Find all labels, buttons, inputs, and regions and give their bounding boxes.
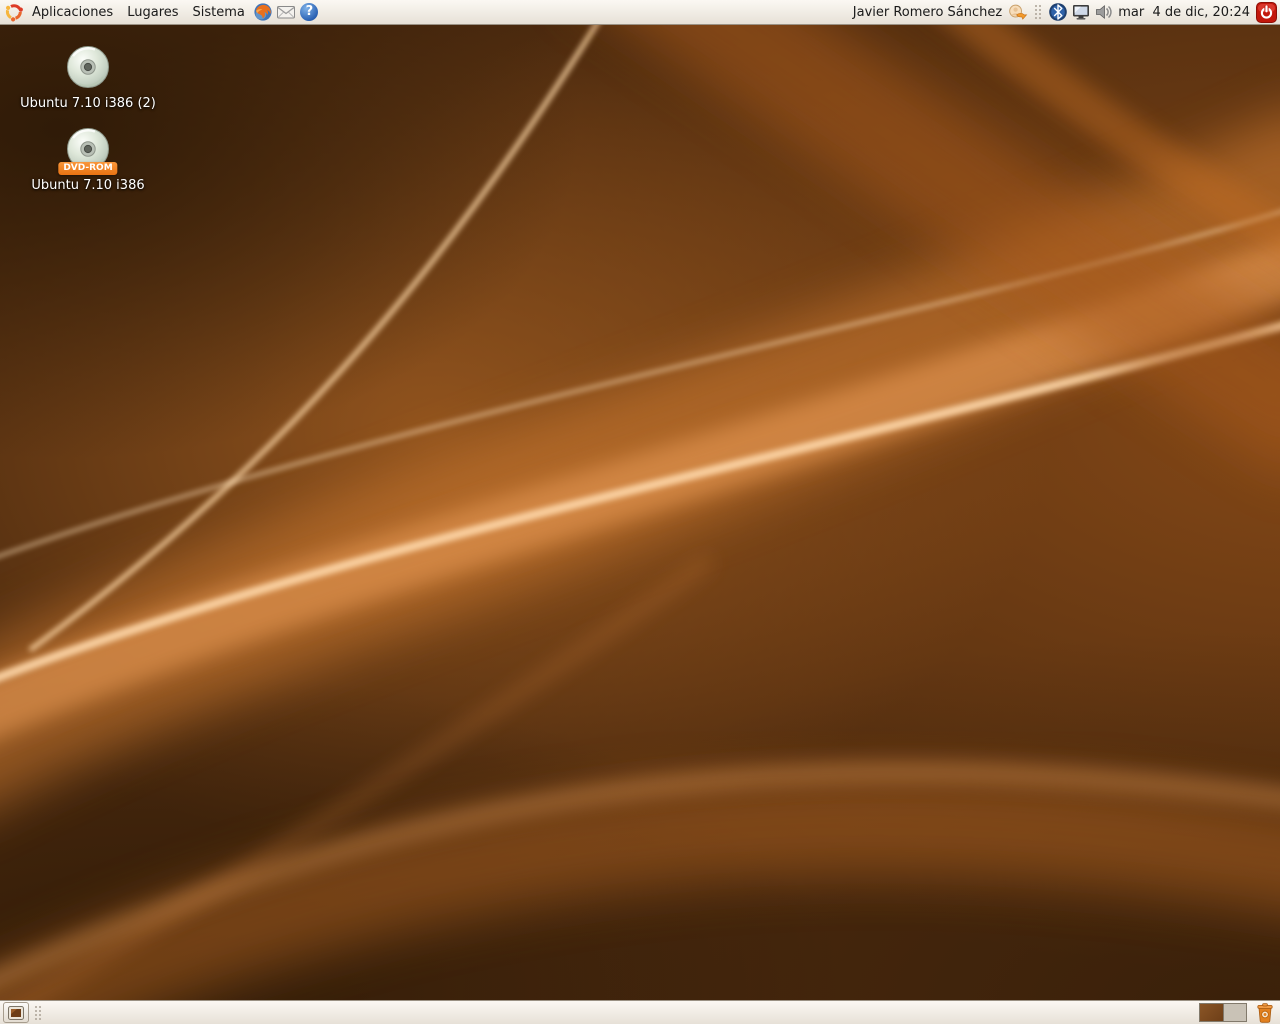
email-icon[interactable] (276, 2, 297, 23)
ubuntu-logo-icon[interactable] (3, 2, 24, 23)
help-glyph: ? (300, 3, 318, 21)
desktop-wallpaper (0, 0, 1280, 1024)
menu-lugares[interactable]: Lugares (120, 3, 185, 22)
menu-sistema[interactable]: Sistema (186, 3, 252, 22)
top-panel: Aplicaciones Lugares Sistema ? Javier Ro… (0, 0, 1280, 25)
user-switch-icon[interactable] (1007, 2, 1028, 23)
help-icon[interactable]: ? (299, 2, 320, 23)
power-button-icon[interactable] (1256, 2, 1277, 23)
clock[interactable]: mar 4 de dic, 20:24 (1115, 5, 1255, 20)
show-desktop-button[interactable] (3, 1002, 29, 1023)
panel-drag-handle[interactable] (1033, 3, 1042, 21)
show-desktop-icon (8, 1006, 24, 1020)
display-icon[interactable] (1070, 2, 1091, 23)
desktop-icon-label: Ubuntu 7.10 i386 (31, 178, 144, 193)
desktop-icon-label: Ubuntu 7.10 i386 (2) (20, 96, 156, 111)
cd-disc-icon (65, 44, 111, 90)
workspace-2[interactable] (1223, 1004, 1246, 1021)
bluetooth-icon[interactable] (1047, 2, 1068, 23)
menu-aplicaciones[interactable]: Aplicaciones (25, 3, 120, 22)
trash-button[interactable] (1253, 1002, 1277, 1024)
desktop-icon-ubuntu-cd-1[interactable]: DVD-ROM Ubuntu 7.10 i386 (3, 126, 173, 193)
user-switcher-name[interactable]: Javier Romero Sánchez (845, 5, 1006, 20)
workspace-switcher (1199, 1003, 1247, 1022)
panel-drag-handle[interactable] (33, 1004, 42, 1022)
workspace-1[interactable] (1200, 1004, 1223, 1021)
cd-disc-icon: DVD-ROM (65, 126, 111, 172)
dvd-rom-badge: DVD-ROM (58, 162, 117, 175)
volume-icon[interactable] (1093, 2, 1114, 23)
bottom-panel (0, 1000, 1280, 1024)
desktop-icon-ubuntu-cd-2[interactable]: Ubuntu 7.10 i386 (2) (3, 44, 173, 111)
trash-icon (1255, 1002, 1275, 1023)
firefox-icon[interactable] (253, 2, 274, 23)
